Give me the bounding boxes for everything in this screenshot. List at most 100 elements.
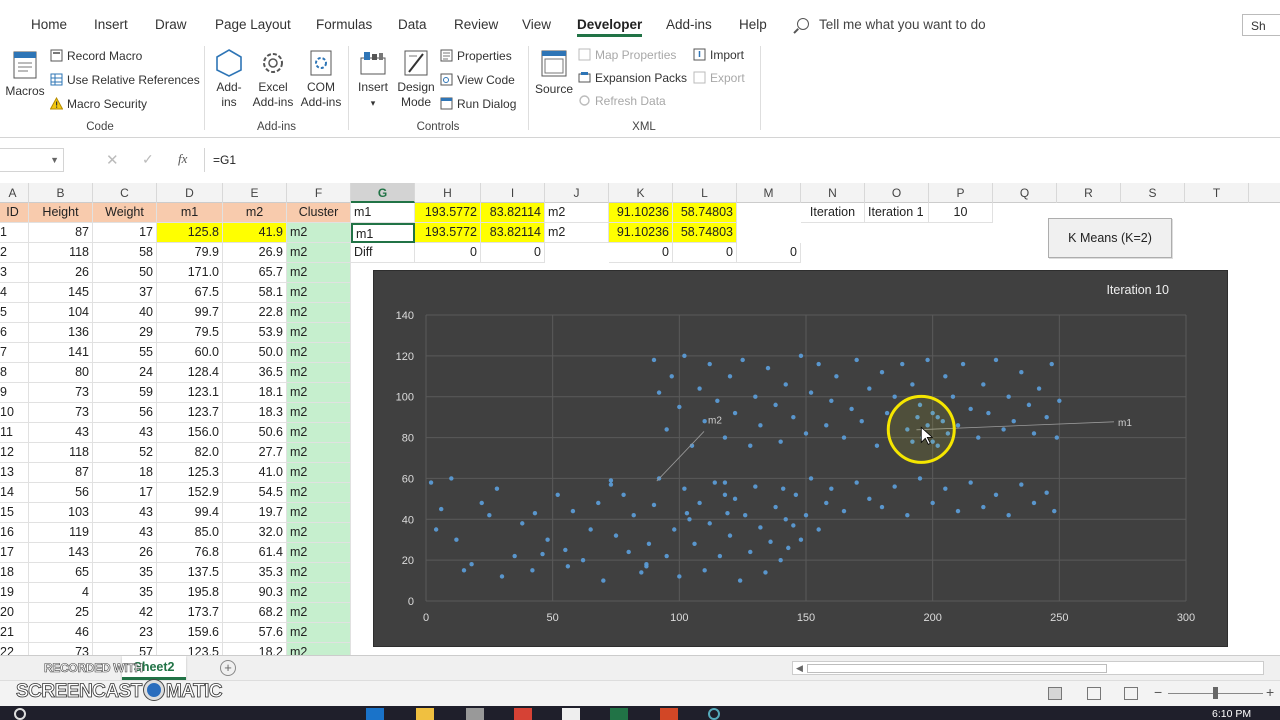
check-icon[interactable]: ✓ [142, 151, 154, 168]
cell-cluster[interactable]: m2 [287, 523, 351, 543]
column-header-b[interactable]: B [29, 183, 93, 203]
cell-height[interactable]: 73 [29, 643, 93, 655]
cell-id[interactable]: 9 [0, 383, 29, 403]
cell-id[interactable]: 2 [0, 243, 29, 263]
cell-id[interactable]: 20 [0, 603, 29, 623]
cell-cluster[interactable]: m2 [287, 343, 351, 363]
cell-cluster[interactable]: m2 [287, 583, 351, 603]
cell-height[interactable]: 43 [29, 423, 93, 443]
cell-id[interactable]: 18 [0, 563, 29, 583]
cell-weight[interactable]: 50 [93, 263, 157, 283]
cell-cluster[interactable]: m2 [287, 363, 351, 383]
use-relative-references-button[interactable]: Use Relative References [50, 73, 200, 87]
column-header-h[interactable]: H [415, 183, 481, 203]
scrollbar-thumb[interactable] [807, 664, 1107, 673]
tell-me-search[interactable]: Tell me what you want to do [797, 17, 986, 32]
cell-height[interactable]: 73 [29, 403, 93, 423]
cell-height[interactable]: 26 [29, 263, 93, 283]
cell-height[interactable]: 118 [29, 443, 93, 463]
powerpoint-icon[interactable] [660, 708, 678, 720]
cell-id[interactable]: 7 [0, 343, 29, 363]
cell-m2[interactable]: 90.3 [223, 583, 287, 603]
cell-id[interactable]: 15 [0, 503, 29, 523]
column-header-g[interactable]: G [351, 183, 415, 203]
add-ins-button[interactable]: Add-ins [211, 48, 247, 110]
cell-height[interactable]: 87 [29, 463, 93, 483]
cell-cluster[interactable]: m2 [287, 463, 351, 483]
centroid-m1-x[interactable]: 193.5772 [415, 223, 481, 243]
cell-m1[interactable]: 79.9 [157, 243, 223, 263]
cell-m2[interactable]: 61.4 [223, 543, 287, 563]
cell-m1[interactable]: 137.5 [157, 563, 223, 583]
cell-weight[interactable]: 43 [93, 423, 157, 443]
search-icon[interactable] [14, 708, 26, 720]
cell-m2[interactable]: 27.7 [223, 443, 287, 463]
cell-id[interactable]: 1 [0, 223, 29, 243]
tab-developer[interactable]: Developer [577, 17, 643, 37]
column-header-o[interactable]: O [865, 183, 929, 203]
cell-m2[interactable]: 19.7 [223, 503, 287, 523]
cell-weight[interactable]: 57 [93, 643, 157, 655]
design-mode-button[interactable]: Design Mode [394, 48, 438, 110]
cell-id[interactable]: 16 [0, 523, 29, 543]
record-macro-button[interactable]: Record Macro [50, 49, 142, 63]
cell-m1[interactable]: 173.7 [157, 603, 223, 623]
cell-weight[interactable]: 29 [93, 323, 157, 343]
tab-page-layout[interactable]: Page Layout [215, 17, 291, 32]
centroid-m2-x[interactable]: 91.10236 [609, 203, 673, 223]
cell-height[interactable]: 103 [29, 503, 93, 523]
diff-k[interactable]: 0 [609, 243, 673, 263]
column-header-l[interactable]: L [673, 183, 737, 203]
cell-height[interactable]: 73 [29, 383, 93, 403]
column-header-d[interactable]: D [157, 183, 223, 203]
tab-help[interactable]: Help [739, 17, 767, 32]
cell-m1[interactable]: 152.9 [157, 483, 223, 503]
cell-m2[interactable]: 26.9 [223, 243, 287, 263]
cell-id[interactable]: 11 [0, 423, 29, 443]
cell-m1[interactable]: 125.3 [157, 463, 223, 483]
cell-m1[interactable]: 123.7 [157, 403, 223, 423]
iteration-label[interactable]: Iteration [801, 203, 865, 223]
diff-l[interactable]: 0 [673, 243, 737, 263]
cell-weight[interactable]: 40 [93, 303, 157, 323]
cell-weight[interactable]: 26 [93, 543, 157, 563]
cell-m1[interactable]: 60.0 [157, 343, 223, 363]
cell-weight[interactable]: 37 [93, 283, 157, 303]
com-add-ins-button[interactable]: COM Add-ins [298, 48, 344, 110]
diff-label[interactable]: Diff [351, 243, 415, 263]
cell-height[interactable]: 136 [29, 323, 93, 343]
tab-insert[interactable]: Insert [94, 17, 128, 32]
cell-m1[interactable]: 85.0 [157, 523, 223, 543]
cell-m2[interactable]: 18.3 [223, 403, 287, 423]
cell-cluster[interactable]: m2 [287, 243, 351, 263]
refresh-data-button[interactable]: Refresh Data [578, 94, 666, 108]
expansion-packs-button[interactable]: Expansion Packs [578, 71, 687, 85]
centroid-m2-x[interactable]: 91.10236 [609, 223, 673, 243]
cell-weight[interactable]: 35 [93, 583, 157, 603]
import-button[interactable]: Import [693, 48, 744, 62]
cell-id[interactable]: 13 [0, 463, 29, 483]
edge-icon[interactable] [366, 708, 384, 720]
cell-m1[interactable]: 195.8 [157, 583, 223, 603]
iteration-count[interactable]: 10 [929, 203, 993, 223]
column-header-m[interactable]: M [737, 183, 801, 203]
column-header-t[interactable]: T [1185, 183, 1249, 203]
cell-m2[interactable]: 41.0 [223, 463, 287, 483]
cell-cluster[interactable]: m2 [287, 423, 351, 443]
column-header-i[interactable]: I [481, 183, 545, 203]
header-height[interactable]: Height [29, 203, 93, 223]
cell-m2[interactable]: 54.5 [223, 483, 287, 503]
horizontal-scrollbar[interactable]: ◀ [792, 661, 1264, 675]
macros-button[interactable]: Macros [4, 48, 46, 99]
centroid-m2-y[interactable]: 58.74803 [673, 203, 737, 223]
diff-i[interactable]: 0 [481, 243, 545, 263]
tab-add-ins[interactable]: Add-ins [666, 17, 712, 32]
column-header-n[interactable]: N [801, 183, 865, 203]
cell-id[interactable]: 10 [0, 403, 29, 423]
cell-m2[interactable]: 57.6 [223, 623, 287, 643]
cancel-icon[interactable]: ✕ [106, 151, 119, 169]
cell-weight[interactable]: 43 [93, 503, 157, 523]
cell-m1[interactable]: 123.1 [157, 383, 223, 403]
page-break-view-icon[interactable] [1124, 687, 1138, 700]
share-button[interactable]: Sh [1242, 14, 1280, 36]
